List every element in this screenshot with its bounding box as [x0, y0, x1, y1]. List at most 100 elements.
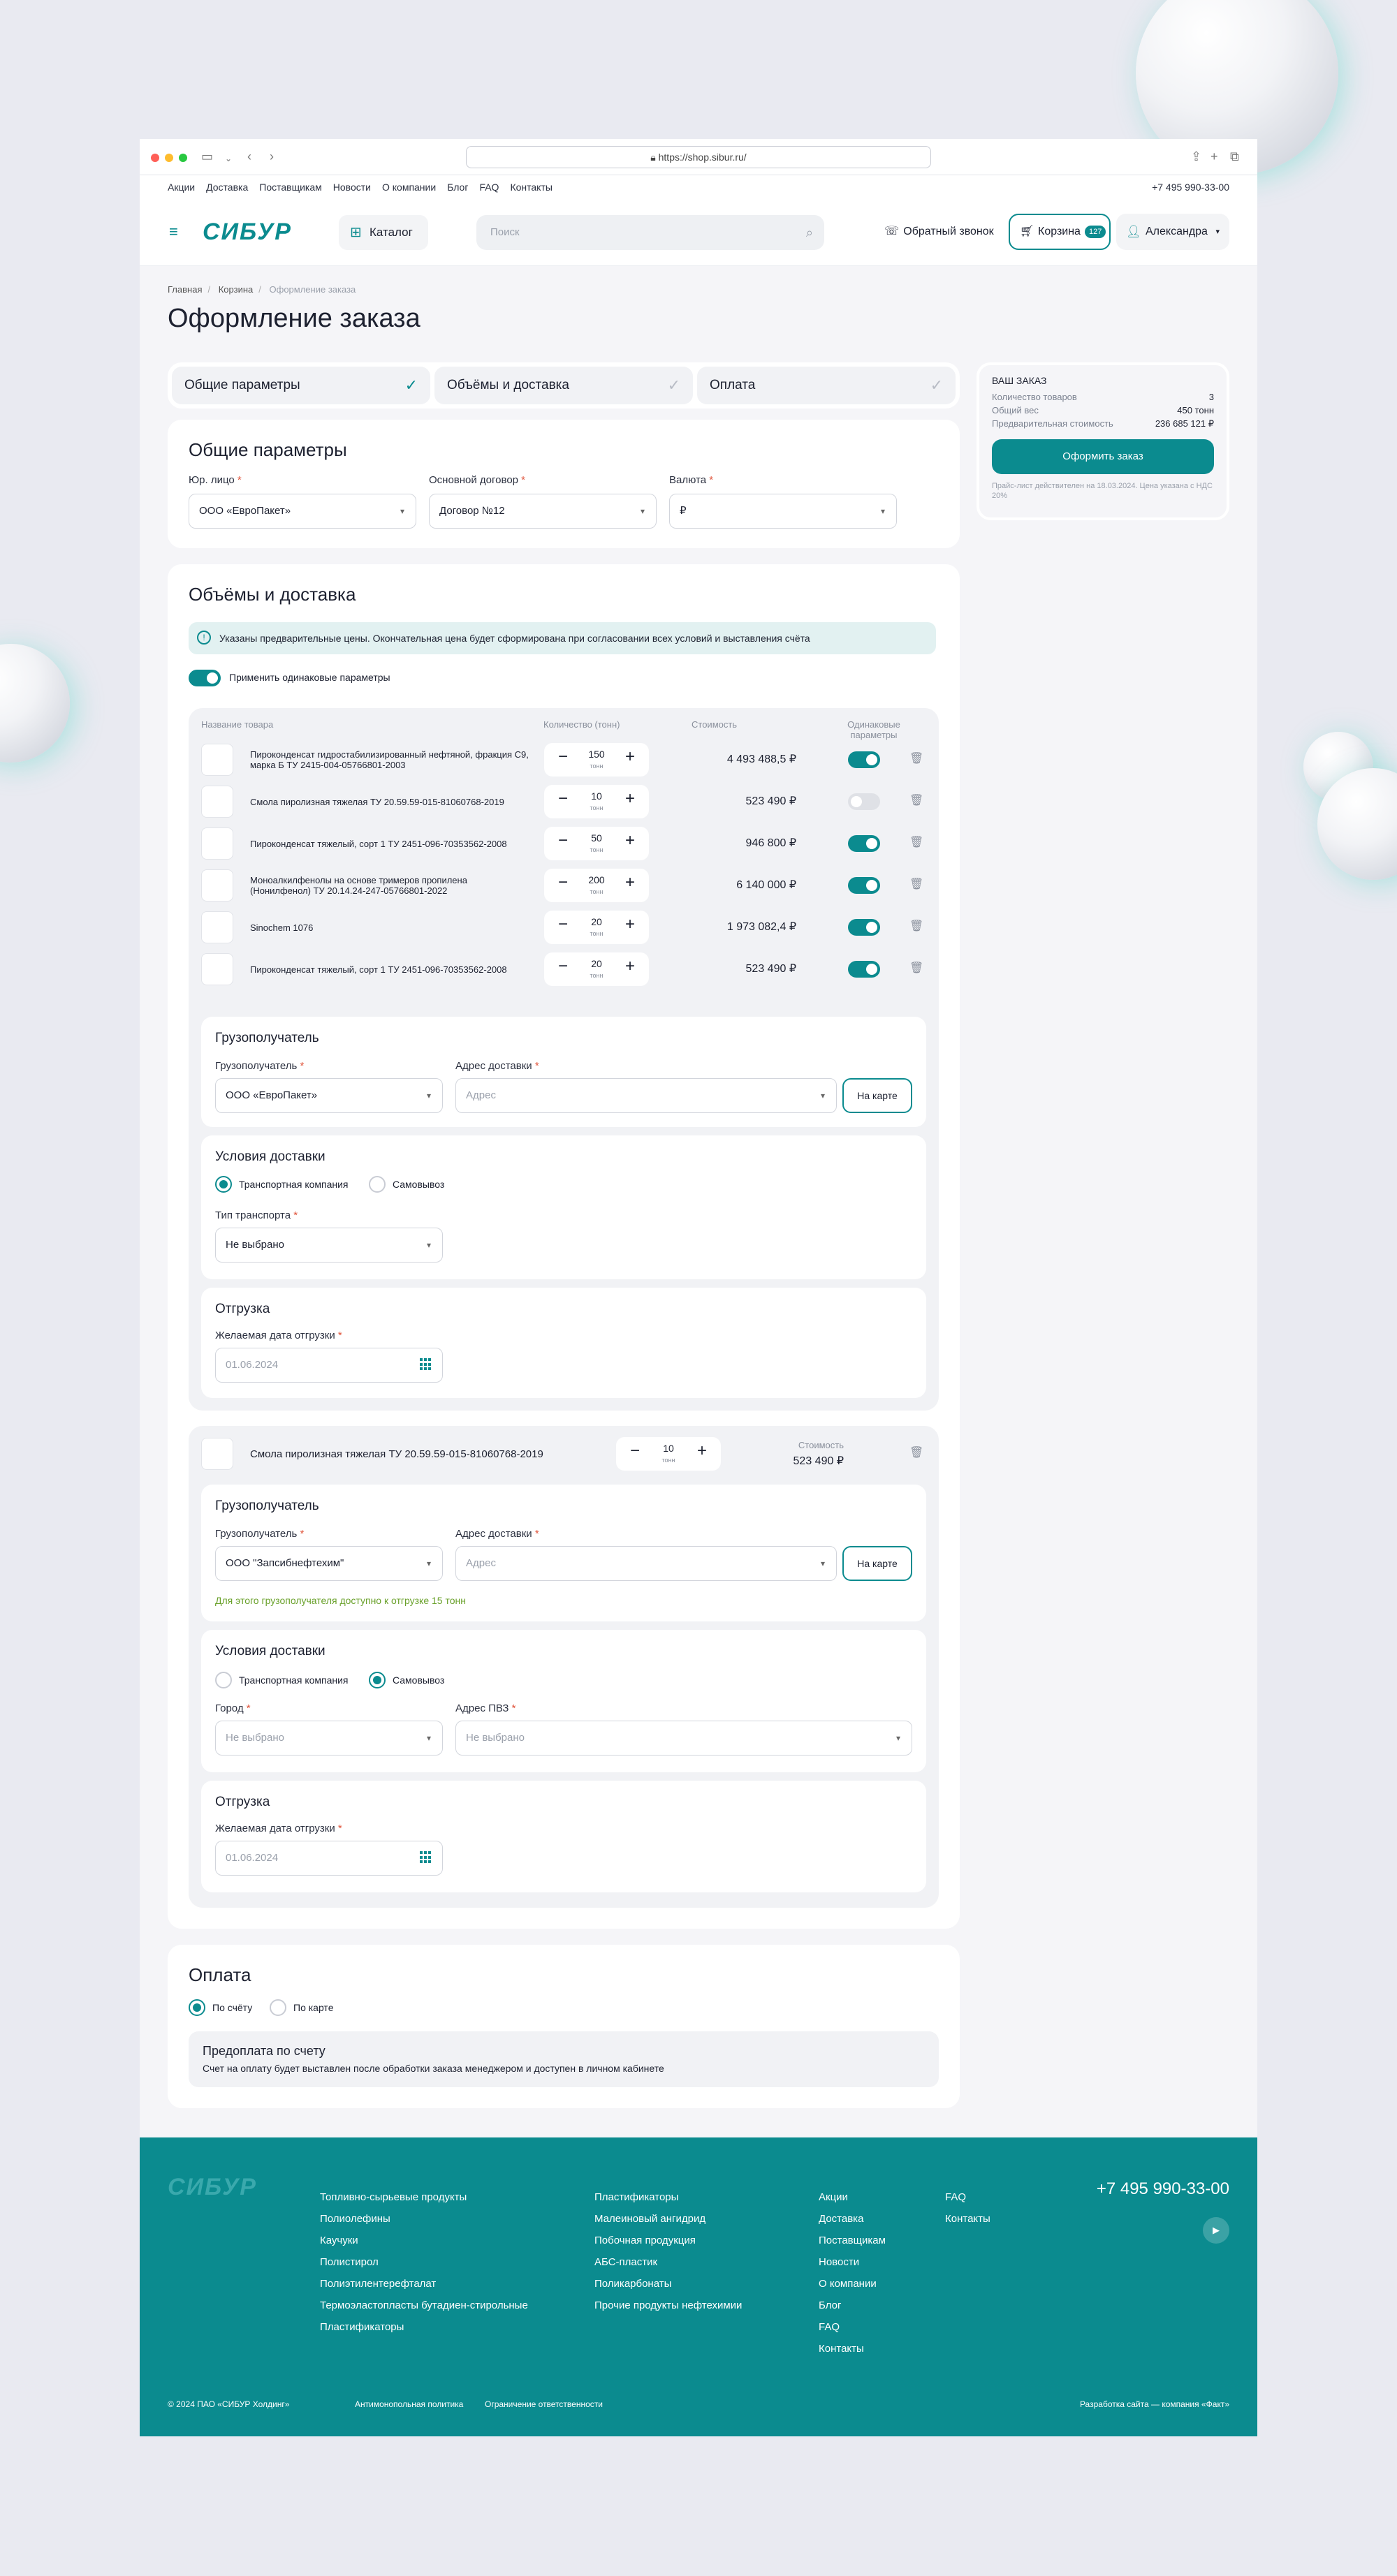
site-logo[interactable]: СИБУР: [203, 219, 292, 246]
trash-icon[interactable]: 🗑︎: [909, 877, 923, 891]
product-name[interactable]: Смола пиролизная тяжелая ТУ 20.59.59-015…: [250, 1433, 571, 1475]
minus-button[interactable]: −: [558, 749, 568, 765]
footer-link[interactable]: Поликарбонаты: [594, 2273, 742, 2295]
product-name[interactable]: Sinochem 1076: [250, 906, 529, 948]
footer-logo[interactable]: СИБУР: [168, 2174, 257, 2201]
plus-button[interactable]: +: [625, 749, 635, 765]
product-name[interactable]: Смола пиролизная тяжелая ТУ 20.59.59-015…: [250, 781, 529, 823]
footer-link[interactable]: Полиолефины: [320, 2208, 528, 2230]
same-params-toggle[interactable]: [189, 670, 221, 686]
youtube-icon[interactable]: ▶: [1203, 2217, 1229, 2244]
footer-link[interactable]: Новости: [819, 2251, 886, 2273]
topnav-link[interactable]: О компании: [382, 182, 436, 193]
topnav-link[interactable]: Поставщикам: [259, 182, 322, 193]
topnav-link[interactable]: Доставка: [206, 182, 248, 193]
topnav-link[interactable]: Контакты: [510, 182, 552, 193]
footer-link[interactable]: Контакты: [945, 2208, 990, 2230]
contract-select[interactable]: Договор №12 ▾: [429, 494, 657, 529]
city-select[interactable]: Не выбрано ▾: [215, 1721, 443, 1756]
footer-link[interactable]: Пластификаторы: [320, 2316, 528, 2338]
maximize-window-button[interactable]: [179, 154, 187, 162]
sidebar-icon[interactable]: ▭: [201, 150, 213, 163]
footer-link[interactable]: Полистирол: [320, 2251, 528, 2273]
address-select[interactable]: Адрес ▾: [455, 1546, 837, 1581]
quantity-value[interactable]: 10: [579, 790, 614, 802]
trash-icon[interactable]: 🗑︎: [909, 1445, 923, 1459]
radio-transport-company[interactable]: [215, 1176, 232, 1193]
same-params-row-toggle[interactable]: [848, 793, 880, 810]
share-icon[interactable]: ⇪: [1191, 150, 1201, 163]
chevron-down-icon[interactable]: ⌄: [225, 152, 232, 165]
map-button[interactable]: На карте: [842, 1546, 912, 1581]
close-window-button[interactable]: [151, 154, 159, 162]
pickup-point-select[interactable]: Не выбрано ▾: [455, 1721, 912, 1756]
radio-card[interactable]: [270, 1999, 286, 2016]
breadcrumb-item[interactable]: Корзина: [219, 284, 254, 295]
cart-button[interactable]: 🛒︎ Корзина 127: [1009, 214, 1111, 250]
topnav-link[interactable]: Блог: [447, 182, 468, 193]
footer-link[interactable]: Топливно-сырьевые продукты: [320, 2186, 528, 2208]
trash-icon[interactable]: 🗑︎: [909, 751, 923, 765]
footer-link[interactable]: АБС-пластик: [594, 2251, 742, 2273]
quantity-value[interactable]: 50: [579, 832, 614, 844]
map-button[interactable]: На карте: [842, 1078, 912, 1113]
plus-button[interactable]: +: [697, 1443, 707, 1459]
plus-button[interactable]: +: [625, 874, 635, 891]
search-icon[interactable]: ⌕: [806, 215, 813, 250]
quantity-value[interactable]: 20: [579, 958, 614, 969]
minus-button[interactable]: −: [630, 1443, 640, 1459]
consignee-select[interactable]: ООО «ЕвроПакет» ▾: [215, 1078, 443, 1113]
topnav-phone[interactable]: +7 495 990-33-00: [1152, 182, 1229, 193]
topnav-link[interactable]: Новости: [333, 182, 371, 193]
same-params-row-toggle[interactable]: [848, 919, 880, 936]
footer-link[interactable]: Пластификаторы: [594, 2186, 742, 2208]
topnav-link[interactable]: FAQ: [479, 182, 499, 193]
forward-icon[interactable]: ›: [270, 150, 274, 163]
tabs-icon[interactable]: ⧉: [1230, 150, 1239, 163]
quantity-value[interactable]: 150: [579, 749, 614, 760]
breadcrumb-item[interactable]: Главная: [168, 284, 202, 295]
plus-button[interactable]: +: [625, 832, 635, 849]
step-general[interactable]: Общие параметры ✓: [172, 367, 430, 404]
url-bar[interactable]: 🔒︎ https://shop.sibur.ru/: [466, 146, 931, 168]
topnav-link[interactable]: Акции: [168, 182, 195, 193]
quantity-value[interactable]: 20: [579, 916, 614, 927]
currency-select[interactable]: ₽ ▾: [669, 494, 897, 529]
quantity-value[interactable]: 10: [651, 1443, 686, 1454]
same-params-row-toggle[interactable]: [848, 751, 880, 768]
minimize-window-button[interactable]: [165, 154, 173, 162]
footer-link[interactable]: FAQ: [945, 2186, 990, 2208]
footer-link[interactable]: Блог: [819, 2295, 886, 2316]
footer-link[interactable]: FAQ: [819, 2316, 886, 2338]
footer-developer[interactable]: Разработка сайта — компания «Факт»: [1080, 2399, 1229, 2409]
footer-link[interactable]: О компании: [819, 2273, 886, 2295]
trash-icon[interactable]: 🗑︎: [909, 835, 923, 849]
same-params-row-toggle[interactable]: [848, 877, 880, 894]
minus-button[interactable]: −: [558, 832, 568, 849]
product-name[interactable]: Моноалкилфенолы на основе тримеров пропи…: [250, 864, 529, 906]
shipping-date-field[interactable]: 01.06.2024: [215, 1841, 443, 1876]
trash-icon[interactable]: 🗑︎: [909, 919, 923, 933]
footer-link[interactable]: Доставка: [819, 2208, 886, 2230]
product-name[interactable]: Пироконденсат гидростабилизированный неф…: [250, 739, 529, 781]
footer-link[interactable]: Побочная продукция: [594, 2230, 742, 2251]
trash-icon[interactable]: 🗑︎: [909, 961, 923, 975]
same-params-row-toggle[interactable]: [848, 961, 880, 978]
plus-button[interactable]: +: [625, 916, 635, 933]
calendar-icon[interactable]: [420, 1851, 432, 1864]
shipping-date-field[interactable]: 01.06.2024: [215, 1348, 443, 1383]
footer-link[interactable]: Прочие продукты нефтехимии: [594, 2295, 742, 2316]
back-icon[interactable]: ‹: [247, 150, 251, 163]
product-name[interactable]: Пироконденсат тяжелый, сорт 1 ТУ 2451-09…: [250, 823, 529, 864]
consignee-select[interactable]: ООО "Запсибнефтехим" ▾: [215, 1546, 443, 1581]
radio-pickup[interactable]: [369, 1176, 386, 1193]
step-volumes[interactable]: Объёмы и доставка ✓: [434, 367, 693, 404]
address-select[interactable]: Адрес ▾: [455, 1078, 837, 1113]
minus-button[interactable]: −: [558, 874, 568, 891]
footer-link[interactable]: Каучуки: [320, 2230, 528, 2251]
minus-button[interactable]: −: [558, 916, 568, 933]
product-name[interactable]: Пироконденсат тяжелый, сорт 1 ТУ 2451-09…: [250, 948, 529, 990]
same-params-row-toggle[interactable]: [848, 835, 880, 852]
footer-legal-link[interactable]: Ограничение ответственности: [485, 2399, 603, 2409]
radio-pickup[interactable]: [369, 1672, 386, 1688]
